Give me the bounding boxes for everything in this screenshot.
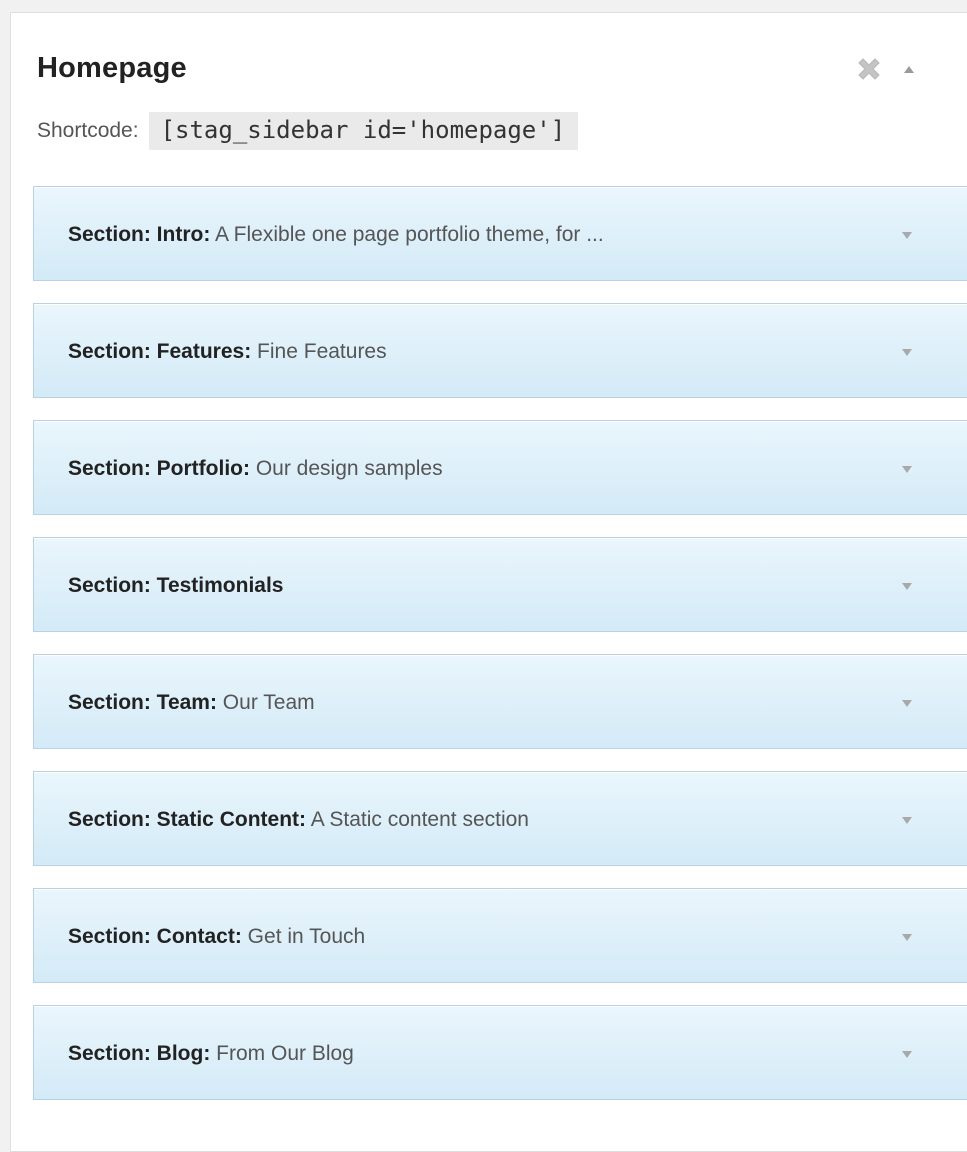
triangle-down-icon[interactable]	[896, 225, 918, 245]
widget-desc: From Our Blog	[210, 1042, 354, 1065]
triangle-down-icon[interactable]	[896, 459, 918, 479]
widget-section-static-content[interactable]: Section: Static Content: A Static conten…	[33, 771, 967, 866]
widget-desc: Our design samples	[250, 457, 443, 480]
triangle-down-icon[interactable]	[896, 1044, 918, 1064]
sidebar-title: Homepage	[37, 52, 187, 84]
widget-section-team[interactable]: Section: Team: Our Team	[33, 654, 967, 749]
widget-desc: A Flexible one page portfolio theme, for…	[210, 223, 604, 246]
triangle-down-icon[interactable]	[896, 927, 918, 947]
widget-title: Section: Static Content: A Static conten…	[68, 772, 529, 867]
triangle-down-icon[interactable]	[896, 576, 918, 596]
triangle-down-icon[interactable]	[896, 693, 918, 713]
triangle-down-icon[interactable]	[896, 810, 918, 830]
widget-desc: A Static content section	[306, 808, 529, 831]
widget-name: Section: Portfolio:	[68, 457, 250, 480]
widget-name: Section: Static Content:	[68, 808, 307, 831]
close-icon[interactable]	[852, 52, 886, 86]
widget-section-testimonials[interactable]: Section: Testimonials	[33, 537, 967, 632]
widget-name: Section: Blog:	[68, 1042, 211, 1065]
widget-title: Section: Blog: From Our Blog	[68, 1006, 354, 1101]
shortcode-row: Shortcode: [stag_sidebar id='homepage']	[37, 112, 579, 150]
widget-title: Section: Features: Fine Features	[68, 304, 387, 399]
widget-name: Section: Features:	[68, 340, 252, 363]
widget-title: Section: Contact: Get in Touch	[68, 889, 365, 984]
widget-name: Section: Testimonials	[68, 574, 284, 597]
widget-title: Section: Testimonials	[68, 538, 284, 633]
widget-title: Section: Intro: A Flexible one page port…	[68, 187, 604, 282]
shortcode-label: Shortcode:	[37, 119, 139, 142]
widget-name: Section: Team:	[68, 691, 217, 714]
widget-title: Section: Team: Our Team	[68, 655, 315, 750]
widget-title: Section: Portfolio: Our design samples	[68, 421, 443, 516]
triangle-up-icon[interactable]	[898, 58, 920, 80]
widget-name: Section: Intro:	[68, 223, 211, 246]
widget-desc: Fine Features	[251, 340, 387, 363]
widget-section-portfolio[interactable]: Section: Portfolio: Our design samples	[33, 420, 967, 515]
widget-section-features[interactable]: Section: Features: Fine Features	[33, 303, 967, 398]
widget-list: Section: Intro: A Flexible one page port…	[33, 186, 967, 1122]
widget-section-contact[interactable]: Section: Contact: Get in Touch	[33, 888, 967, 983]
widget-section-intro[interactable]: Section: Intro: A Flexible one page port…	[33, 186, 967, 281]
widget-desc: Our Team	[216, 691, 315, 714]
triangle-down-icon[interactable]	[896, 342, 918, 362]
widget-desc: Get in Touch	[241, 925, 366, 948]
widget-section-blog[interactable]: Section: Blog: From Our Blog	[33, 1005, 967, 1100]
widget-name: Section: Contact:	[68, 925, 242, 948]
shortcode-value[interactable]: [stag_sidebar id='homepage']	[148, 112, 579, 150]
